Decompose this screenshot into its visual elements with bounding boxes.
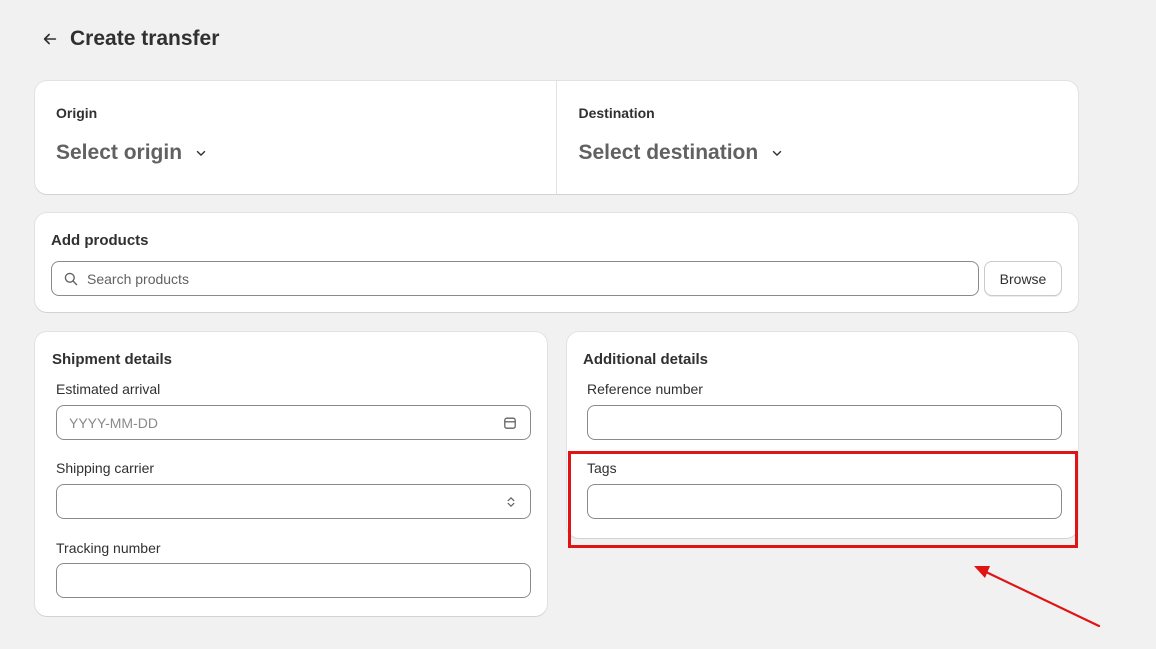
- origin-select-text: Select origin: [56, 141, 183, 164]
- destination-section: Destination Select destination: [555, 81, 1079, 194]
- reference-number-field[interactable]: [587, 405, 1062, 440]
- shipment-details-title: Shipment details: [52, 351, 173, 368]
- tags-field[interactable]: [587, 484, 1062, 519]
- tags-input[interactable]: [600, 493, 1049, 510]
- tracking-number-field[interactable]: [56, 563, 531, 598]
- tracking-number-input[interactable]: [69, 572, 518, 589]
- shipping-carrier-select[interactable]: [56, 484, 531, 519]
- add-products-title: Add products: [51, 232, 149, 249]
- shipping-carrier-label: Shipping carrier: [56, 460, 155, 476]
- additional-details-card: Additional details Reference number Tags: [567, 332, 1078, 538]
- product-search-box[interactable]: [51, 261, 979, 296]
- tags-label: Tags: [587, 460, 617, 476]
- origin-destination-card: Origin Select origin Destination Select …: [35, 81, 1078, 194]
- estimated-arrival-input[interactable]: [69, 414, 502, 431]
- origin-section: Origin Select origin: [35, 81, 556, 194]
- product-search-input[interactable]: [87, 270, 978, 287]
- arrow-left-icon: [43, 33, 57, 45]
- shipment-details-card: Shipment details Estimated arrival Shipp…: [35, 332, 547, 616]
- estimated-arrival-label: Estimated arrival: [56, 381, 161, 397]
- destination-label: Destination: [578, 105, 655, 121]
- back-button[interactable]: [38, 27, 62, 51]
- chevron-up-down-icon: [504, 494, 518, 510]
- estimated-arrival-field[interactable]: [56, 405, 531, 440]
- destination-select[interactable]: Select destination: [579, 141, 785, 165]
- product-search-row: Browse: [51, 261, 1062, 296]
- chevron-down-icon: [194, 146, 208, 160]
- reference-number-input[interactable]: [600, 414, 1049, 431]
- add-products-card: Add products Browse: [35, 213, 1078, 312]
- origin-select[interactable]: Select origin: [56, 141, 208, 165]
- destination-select-text: Select destination: [578, 141, 759, 164]
- reference-number-label: Reference number: [587, 381, 703, 397]
- tracking-number-label: Tracking number: [56, 540, 161, 556]
- chevron-down-icon: [770, 146, 784, 160]
- origin-label: Origin: [56, 105, 98, 121]
- browse-button[interactable]: Browse: [984, 261, 1062, 296]
- calendar-icon[interactable]: [502, 415, 518, 431]
- annotation-arrow-icon: [974, 566, 1101, 628]
- additional-details-title: Additional details: [583, 351, 709, 368]
- page-title: Create transfer: [70, 27, 220, 50]
- search-icon: [64, 272, 78, 285]
- page-header: Create transfer: [38, 24, 219, 54]
